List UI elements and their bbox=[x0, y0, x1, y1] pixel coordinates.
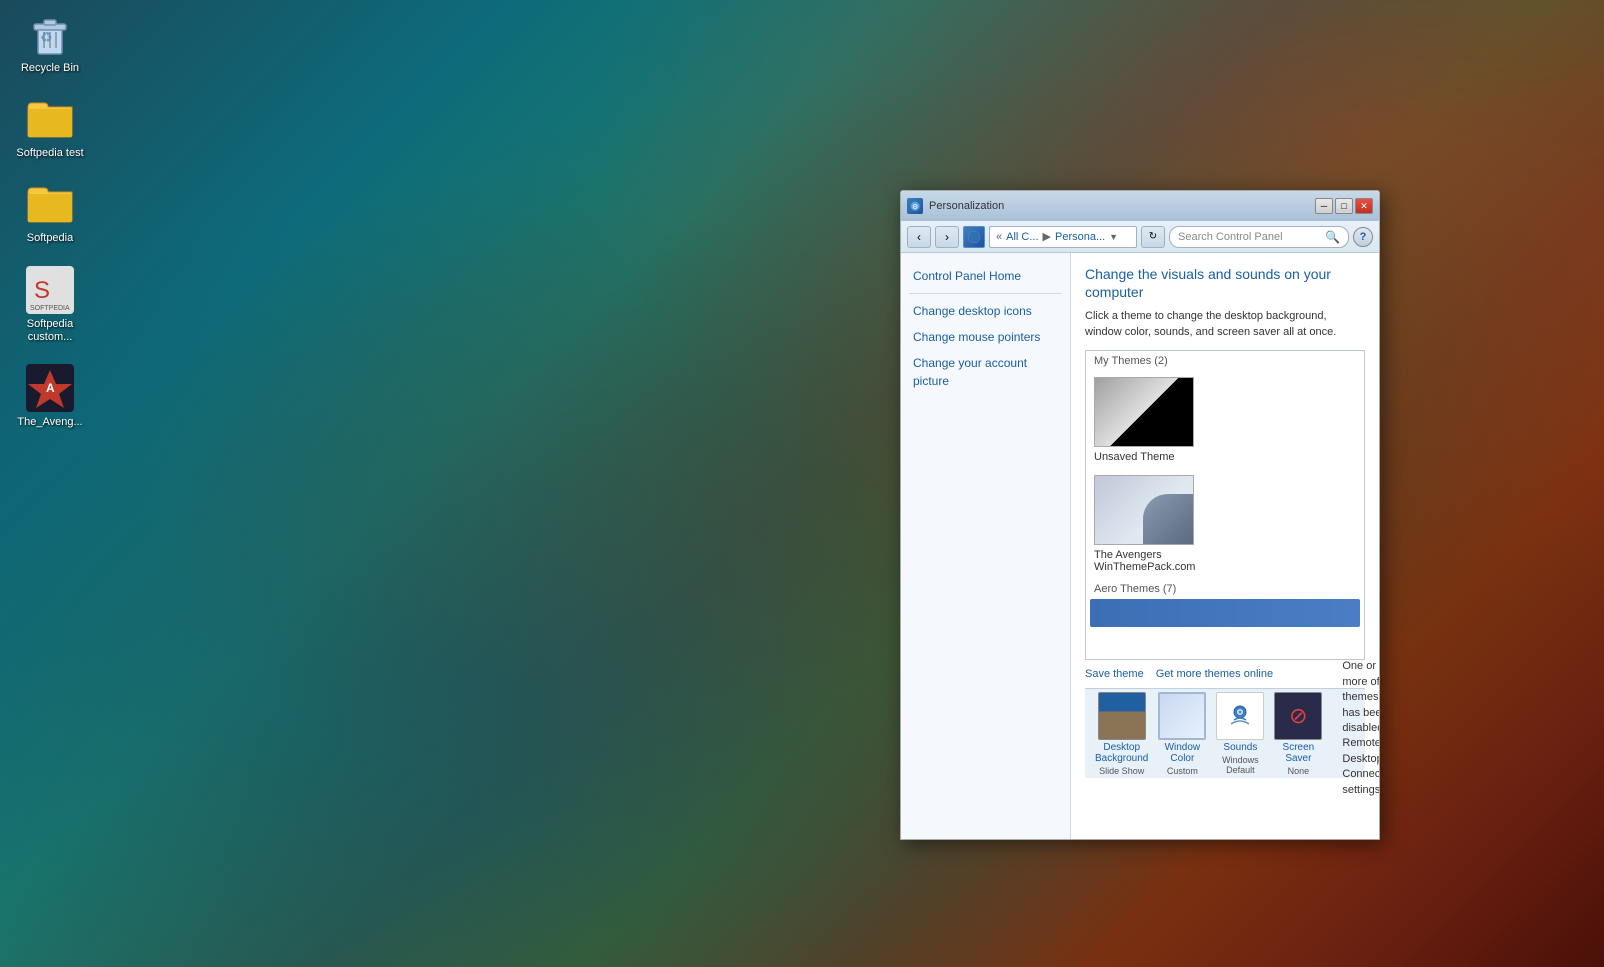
softpedia-custom-label: Softpedia custom... bbox=[10, 318, 90, 344]
search-placeholder: Search Control Panel bbox=[1178, 231, 1283, 243]
window-color-sublabel: Custom bbox=[1167, 766, 1198, 776]
desktop-icons-container: ♻ Recycle Bin Softpedia test bbox=[0, 0, 100, 439]
refresh-button[interactable]: ↻ bbox=[1141, 226, 1165, 248]
window-color-item[interactable]: Window Color Custom bbox=[1158, 692, 1206, 776]
remote-note: One or more of the themes has been disab… bbox=[1342, 655, 1379, 802]
avengers-theme-thumbnail bbox=[1094, 475, 1194, 545]
title-bar-buttons: ─ □ ✕ bbox=[1315, 198, 1373, 214]
forward-button[interactable]: › bbox=[935, 226, 959, 248]
title-bar: ⚙ Personalization ─ □ ✕ bbox=[901, 191, 1379, 221]
softpedia-custom-image: S SOFTPEDIA bbox=[26, 266, 74, 314]
softpedia-image bbox=[26, 180, 74, 228]
my-themes-title: My Themes (2) bbox=[1086, 351, 1364, 371]
sounds-icon bbox=[1216, 692, 1264, 740]
desktop-background-item[interactable]: Desktop Background Slide Show bbox=[1095, 692, 1148, 776]
control-panel-window: ⚙ Personalization ─ □ ✕ ‹ › « All C... ▶… bbox=[900, 190, 1380, 840]
recycle-bin-icon[interactable]: ♻ Recycle Bin bbox=[10, 10, 90, 75]
address-bar: ‹ › « All C... ▶ Persona... ▼ ↻ Search C… bbox=[901, 221, 1379, 253]
main-heading: Change the visuals and sounds on your co… bbox=[1085, 265, 1365, 301]
bottom-toolbar: Desktop Background Slide Show Window Col… bbox=[1085, 688, 1365, 778]
aero-themes-title: Aero Themes (7) bbox=[1086, 579, 1364, 597]
svg-text:A: A bbox=[46, 381, 55, 395]
sidebar-item-change-mouse-pointers[interactable]: Change mouse pointers bbox=[901, 324, 1070, 350]
svg-text:S: S bbox=[34, 277, 50, 304]
sounds-item[interactable]: Sounds Windows Default bbox=[1216, 692, 1264, 775]
breadcrumb[interactable]: « All C... ▶ Persona... ▼ bbox=[989, 226, 1137, 248]
avengers-label: The_Aveng... bbox=[17, 416, 82, 429]
breadcrumb-dropdown[interactable]: ▼ bbox=[1109, 232, 1118, 242]
close-button[interactable]: ✕ bbox=[1355, 198, 1373, 214]
breadcrumb-sep: ▶ bbox=[1043, 230, 1051, 243]
unsaved-theme-thumbnail bbox=[1094, 377, 1194, 447]
screen-saver-item[interactable]: Screen Saver None bbox=[1274, 692, 1322, 776]
screen-saver-icon bbox=[1274, 692, 1322, 740]
screen-saver-label[interactable]: Screen Saver bbox=[1274, 742, 1322, 764]
minimize-button[interactable]: ─ bbox=[1315, 198, 1333, 214]
main-description: Click a theme to change the desktop back… bbox=[1085, 309, 1365, 340]
sounds-label[interactable]: Sounds bbox=[1223, 742, 1257, 753]
sidebar-item-control-panel-home[interactable]: Control Panel Home bbox=[901, 263, 1070, 289]
maximize-button[interactable]: □ bbox=[1335, 198, 1353, 214]
desktop: ♻ Recycle Bin Softpedia test bbox=[0, 0, 1604, 967]
search-box[interactable]: Search Control Panel 🔍 bbox=[1169, 226, 1349, 248]
avengers-theme-label-line1: The Avengers bbox=[1094, 549, 1162, 561]
unsaved-theme-item[interactable]: Unsaved Theme bbox=[1086, 371, 1364, 469]
softpedia-test-label: Softpedia test bbox=[16, 147, 83, 160]
search-icon: 🔍 bbox=[1325, 230, 1340, 244]
breadcrumb-allc[interactable]: All C... bbox=[1006, 231, 1038, 243]
save-theme-link[interactable]: Save theme bbox=[1085, 668, 1144, 680]
desktop-background-icon bbox=[1098, 692, 1146, 740]
recycle-bin-label: Recycle Bin bbox=[21, 62, 79, 75]
softpedia-test-icon[interactable]: Softpedia test bbox=[10, 95, 90, 160]
svg-text:SOFTPEDIA: SOFTPEDIA bbox=[30, 305, 70, 312]
sidebar: Control Panel Home Change desktop icons … bbox=[901, 253, 1071, 839]
avengers-theme-label-line2: WinThemePack.com bbox=[1094, 561, 1195, 573]
avengers-theme-item[interactable]: The Avengers WinThemePack.com bbox=[1086, 469, 1364, 579]
recycle-bin-image: ♻ bbox=[26, 10, 74, 58]
softpedia-custom-icon[interactable]: S SOFTPEDIA Softpedia custom... bbox=[10, 266, 90, 344]
get-more-themes-link[interactable]: Get more themes online bbox=[1156, 668, 1273, 680]
window-title: Personalization bbox=[929, 200, 1004, 212]
sidebar-item-change-desktop-icons[interactable]: Change desktop icons bbox=[901, 298, 1070, 324]
softpedia-icon[interactable]: Softpedia bbox=[10, 180, 90, 245]
themes-list[interactable]: My Themes (2) Unsaved Theme The Aveng bbox=[1085, 350, 1365, 660]
unsaved-theme-label: Unsaved Theme bbox=[1094, 451, 1175, 463]
screen-saver-sublabel: None bbox=[1288, 766, 1310, 776]
svg-text:♻: ♻ bbox=[40, 29, 53, 45]
help-button[interactable]: ? bbox=[1353, 227, 1373, 247]
avengers-image: A bbox=[26, 364, 74, 412]
softpedia-label: Softpedia bbox=[27, 232, 73, 245]
sidebar-item-change-account-picture[interactable]: Change your account picture bbox=[901, 350, 1070, 394]
softpedia-test-image bbox=[26, 95, 74, 143]
breadcrumb-text: « bbox=[996, 231, 1002, 243]
back-button[interactable]: ‹ bbox=[907, 226, 931, 248]
avengers-icon[interactable]: A The_Aveng... bbox=[10, 364, 90, 429]
svg-text:⚙: ⚙ bbox=[912, 203, 918, 211]
sounds-sublabel: Windows Default bbox=[1216, 755, 1264, 775]
breadcrumb-persona[interactable]: Persona... bbox=[1055, 231, 1105, 243]
main-content: Change the visuals and sounds on your co… bbox=[1071, 253, 1379, 839]
theme-actions: Save theme Get more themes online bbox=[1085, 668, 1365, 680]
window-body: Control Panel Home Change desktop icons … bbox=[901, 253, 1379, 839]
control-panel-globe-icon bbox=[963, 226, 985, 248]
desktop-background-sublabel: Slide Show bbox=[1099, 766, 1144, 776]
desktop-background-label[interactable]: Desktop Background bbox=[1095, 742, 1148, 764]
aero-scroll-area bbox=[1090, 599, 1360, 627]
window-color-label[interactable]: Window Color bbox=[1158, 742, 1206, 764]
window-color-icon bbox=[1158, 692, 1206, 740]
